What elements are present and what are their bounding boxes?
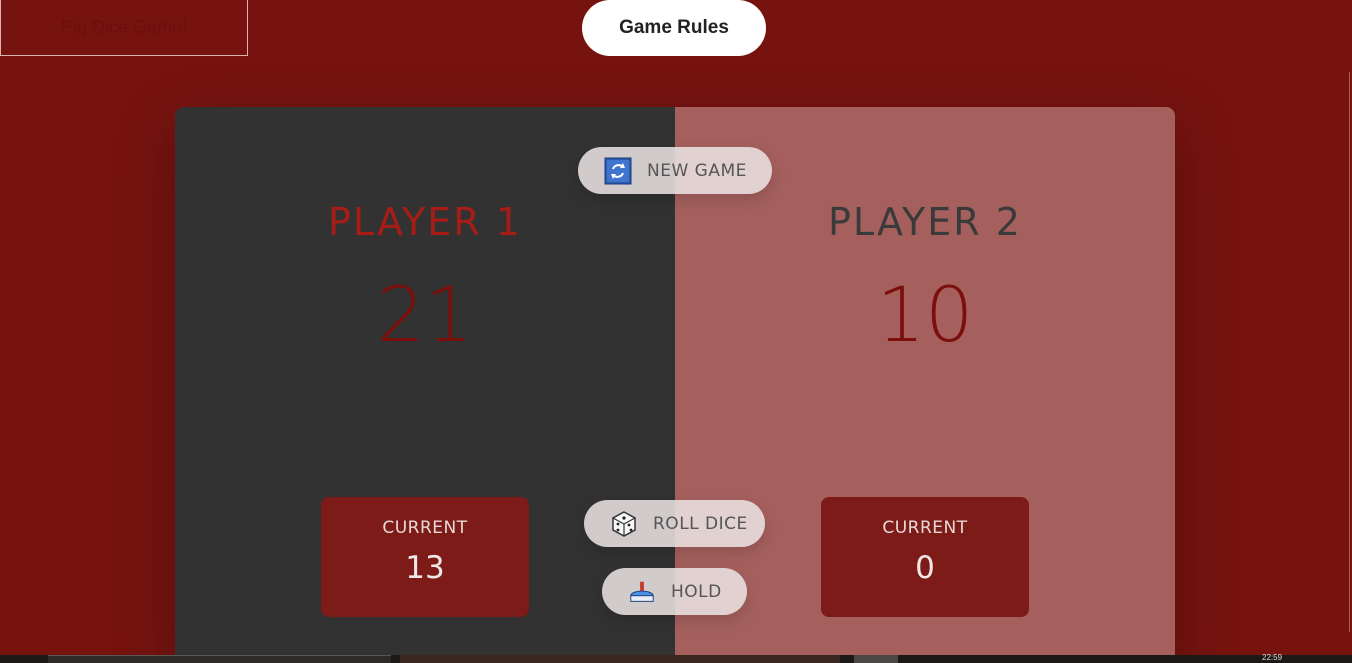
player-2-name: PLAYER 2: [828, 200, 1022, 244]
player-1-current-label: CURRENT: [382, 518, 468, 538]
player-2-current-box: CURRENT 0: [821, 497, 1029, 617]
player-1-current-score: 13: [405, 550, 445, 586]
hold-button[interactable]: HOLD: [602, 568, 747, 615]
page: Pig Dice Game! Game Rules PLAYER 1 21 CU…: [0, 0, 1352, 663]
player-1-score: 21: [376, 270, 474, 359]
player-1-current-box: CURRENT 13: [321, 497, 529, 617]
player-1-name: PLAYER 1: [328, 200, 522, 244]
roll-dice-label: ROLL DICE: [653, 513, 748, 534]
player-2-current-score: 0: [915, 550, 935, 586]
app-title: Pig Dice Game!: [0, 0, 248, 56]
taskbar-search[interactable]: [48, 655, 391, 663]
roll-dice-button[interactable]: ROLL DICE: [584, 500, 765, 547]
taskbar-app-active[interactable]: [854, 655, 898, 663]
new-game-label: NEW GAME: [647, 160, 747, 181]
player-2-score: 10: [876, 270, 974, 359]
dice-icon: [610, 510, 638, 538]
hold-icon: [628, 578, 656, 606]
hold-label: HOLD: [671, 581, 722, 602]
refresh-icon: [604, 157, 632, 185]
taskbar-clock: 22:59: [1262, 653, 1283, 662]
taskbar-app[interactable]: [400, 655, 840, 663]
new-game-button[interactable]: NEW GAME: [578, 147, 772, 194]
player-2-current-label: CURRENT: [882, 518, 968, 538]
taskbar: 22:59: [0, 653, 1352, 663]
scrollbar[interactable]: [1349, 72, 1350, 632]
game-rules-button[interactable]: Game Rules: [582, 0, 766, 56]
